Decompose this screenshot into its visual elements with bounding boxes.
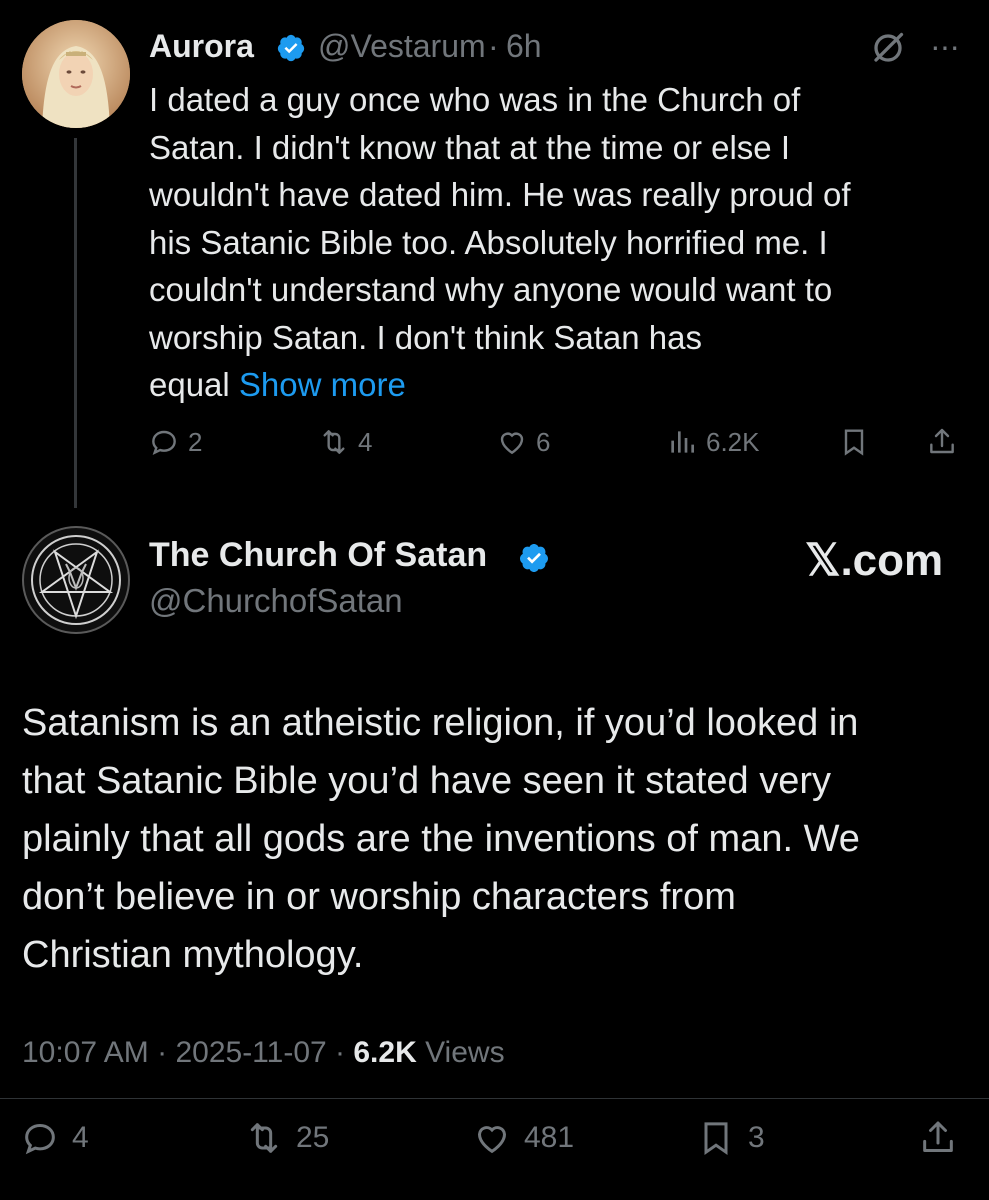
views-count: 6.2K bbox=[706, 426, 760, 457]
tweet-text-line: don’t believe in or worship characters f… bbox=[22, 876, 736, 918]
bookmark-button[interactable] bbox=[838, 420, 870, 464]
bookmark-button[interactable]: 3 bbox=[696, 1112, 765, 1164]
repost-icon bbox=[250, 1123, 278, 1153]
x-com-watermark: 𝕏.com bbox=[805, 536, 944, 585]
tweet-text-line: his Satanic Bible too. Absolutely horrif… bbox=[149, 223, 828, 261]
reply-button[interactable]: 2 bbox=[148, 420, 202, 464]
tweet-text-line: worship Satan. I don't think Satan has bbox=[149, 318, 702, 356]
reply-button[interactable]: 4 bbox=[20, 1112, 89, 1164]
share-button[interactable] bbox=[926, 420, 958, 464]
author-handle[interactable]: @Vestarum bbox=[318, 28, 486, 65]
tweet-text-line: that Satanic Bible you’d have seen it st… bbox=[22, 760, 832, 802]
tweet-time[interactable]: 6h bbox=[506, 28, 542, 65]
repost-count: 4 bbox=[358, 426, 373, 457]
tweet-text-line: I dated a guy once who was in the Church… bbox=[149, 81, 801, 118]
share-button[interactable] bbox=[918, 1112, 958, 1164]
like-count: 6 bbox=[536, 426, 551, 457]
views-label: Views bbox=[425, 1036, 505, 1069]
separator-dot: · bbox=[488, 28, 499, 64]
reply-icon bbox=[25, 1123, 55, 1155]
more-icon[interactable]: ··· bbox=[930, 28, 960, 65]
tweet-text-line: wouldn't have dated him. He was really p… bbox=[149, 176, 851, 213]
like-button[interactable]: 6 bbox=[496, 420, 550, 464]
tweet-text-line: Satan. I didn't know that at the time or… bbox=[149, 128, 790, 166]
pentagram-avatar-icon bbox=[31, 535, 121, 625]
bookmark-icon bbox=[844, 429, 864, 456]
like-button[interactable]: 481 bbox=[472, 1112, 574, 1164]
tweet-text-line: plainly that all gods are the inventions… bbox=[22, 818, 860, 860]
grok-icon[interactable] bbox=[870, 30, 906, 66]
church-of-satan-avatar[interactable] bbox=[22, 526, 130, 634]
tweet-text-last: equal bbox=[149, 366, 230, 403]
tweet-timestamp[interactable]: 10:07 AM bbox=[22, 1036, 149, 1069]
bookmark-count: 3 bbox=[748, 1121, 765, 1154]
thread-line bbox=[74, 138, 77, 508]
author-handle[interactable]: @ChurchofSatan bbox=[149, 582, 403, 620]
reply-count: 4 bbox=[72, 1121, 89, 1154]
verified-badge-icon bbox=[277, 34, 305, 62]
share-icon bbox=[930, 428, 954, 454]
aurora-avatar[interactable] bbox=[22, 20, 130, 128]
views-count: 6.2K bbox=[353, 1036, 417, 1069]
repost-count: 25 bbox=[296, 1121, 330, 1154]
tweet-text-line: couldn't understand why anyone would wan… bbox=[149, 271, 833, 308]
show-more-link[interactable]: Show more bbox=[239, 366, 406, 403]
tweet-date[interactable]: 2025-11-07 bbox=[175, 1036, 326, 1069]
divider bbox=[0, 1098, 989, 1099]
like-count: 481 bbox=[524, 1121, 575, 1154]
separator-dot: · bbox=[157, 1036, 168, 1069]
tweet-text-line: equal Show more bbox=[149, 361, 969, 409]
reply-icon bbox=[152, 430, 176, 455]
reply-count: 2 bbox=[188, 426, 203, 457]
repost-icon bbox=[323, 430, 345, 454]
tweet-text: Satanism is an atheistic religion, if yo… bbox=[22, 694, 972, 984]
bookmark-icon bbox=[704, 1122, 728, 1156]
views-button[interactable]: 6.2K bbox=[666, 420, 760, 464]
tweet-meta: 10:07 AM · 2025-11-07 · 6.2K Views bbox=[22, 1036, 505, 1070]
tweet-text: I dated a guy once who was in the Church… bbox=[149, 76, 969, 409]
author-name[interactable]: Aurora bbox=[149, 28, 254, 65]
share-icon bbox=[923, 1121, 953, 1152]
tweet-text-line: Christian mythology. bbox=[22, 934, 364, 976]
like-icon bbox=[500, 432, 524, 455]
separator-dot: · bbox=[335, 1036, 346, 1069]
like-icon bbox=[477, 1126, 507, 1154]
repost-button[interactable]: 4 bbox=[318, 420, 372, 464]
author-name[interactable]: The Church Of Satan bbox=[149, 536, 487, 575]
views-icon bbox=[671, 431, 694, 453]
verified-badge-icon bbox=[519, 544, 548, 572]
repost-button[interactable]: 25 bbox=[244, 1112, 329, 1164]
tweet-text-line: Satanism is an atheistic religion, if yo… bbox=[22, 702, 859, 744]
